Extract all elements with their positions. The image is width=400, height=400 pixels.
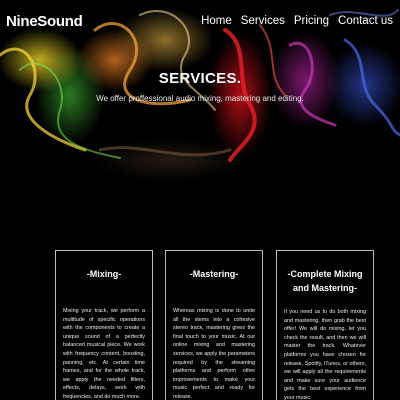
service-card-title: -Mastering- xyxy=(189,269,239,279)
service-card-title: -Complete Mixing and Mastering- xyxy=(287,269,363,293)
nav-contact-link[interactable]: Contact us xyxy=(338,15,393,27)
service-card-mixing: -Mixing- Mixing your track, we perform a… xyxy=(55,250,153,400)
nav-services-link[interactable]: Services xyxy=(241,15,285,27)
site-logo[interactable]: NineSound xyxy=(6,13,83,30)
nav-pricing-link[interactable]: Pricing xyxy=(294,15,329,27)
service-card-title: -Mixing- xyxy=(86,269,122,279)
service-card-mastering: -Mastering- Whereas mixing is done to un… xyxy=(165,250,263,400)
nav-home-link[interactable]: Home xyxy=(201,15,232,27)
main-nav: Home Services Pricing Contact us xyxy=(201,15,393,27)
service-card-description: Whereas mixing is done to unite all the … xyxy=(173,308,255,400)
page-title: SERVICES. xyxy=(158,70,242,87)
service-card-description: Mixing your track, we perform a multitud… xyxy=(63,308,145,400)
page-subtitle: We offer proffessional audio mixing, mas… xyxy=(96,94,304,103)
service-card-complete: -Complete Mixing and Mastering- If you n… xyxy=(276,250,374,400)
service-card-description: If you need us to do both mixing and mas… xyxy=(284,309,366,400)
